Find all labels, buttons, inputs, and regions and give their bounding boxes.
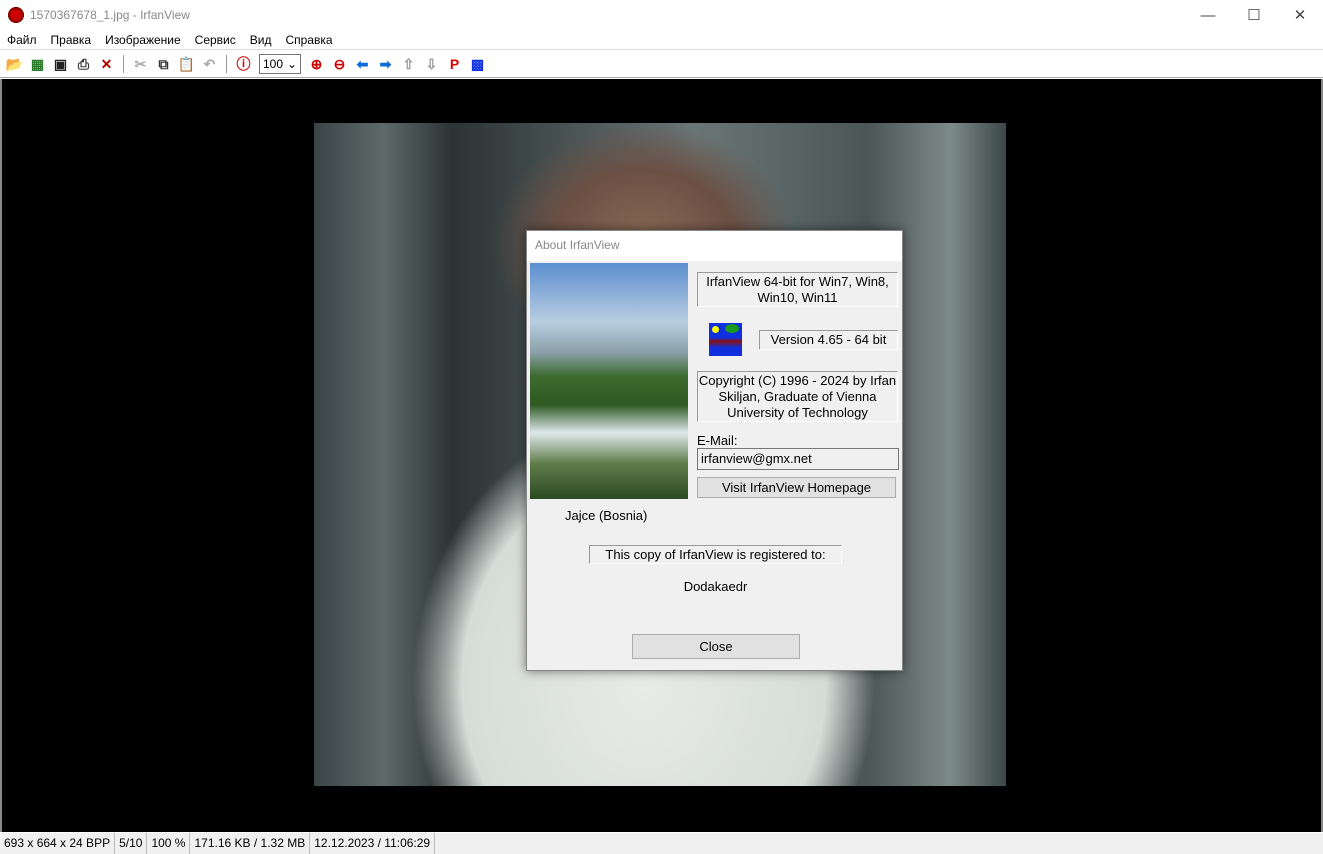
menu-options[interactable]: Сервис — [195, 33, 236, 47]
copy-icon[interactable]: ⧉ — [152, 54, 175, 74]
zoom-value: 100 — [263, 57, 284, 71]
status-dimensions: 693 x 664 x 24 BPP — [0, 833, 116, 854]
close-button[interactable]: Close — [632, 634, 800, 659]
zoom-out-icon[interactable]: ⊖ — [328, 54, 351, 74]
close-window-button[interactable]: ✕ — [1277, 0, 1323, 30]
paste-icon[interactable]: 📋 — [175, 54, 198, 74]
email-field[interactable]: irfanview@gmx.net — [697, 448, 899, 470]
status-bar: 693 x 664 x 24 BPP 5/10 100 % 171.16 KB … — [0, 833, 1323, 854]
title-bar: 1570367678_1.jpg - IrfanView — ☐ ✕ — [0, 0, 1323, 30]
irfanview-app-icon — [8, 7, 24, 23]
open-folder-icon[interactable]: 📂 — [3, 54, 26, 74]
product-info: IrfanView 64-bit for Win7, Win8, Win10, … — [697, 272, 898, 307]
menu-edit[interactable]: Правка — [51, 33, 92, 47]
maximize-button[interactable]: ☐ — [1231, 0, 1277, 30]
slideshow-icon[interactable]: ▦ — [26, 54, 49, 74]
paint-icon[interactable]: P — [443, 54, 466, 74]
zoom-level-select[interactable]: 100 ⌄ — [259, 54, 301, 74]
next-icon[interactable]: ➡ — [374, 54, 397, 74]
status-date: 12.12.2023 / 11:06:29 — [310, 833, 436, 854]
dialog-title: About IrfanView — [527, 231, 902, 261]
copyright-info: Copyright (C) 1996 - 2024 by Irfan Skilj… — [697, 371, 898, 422]
email-label: E-Mail: — [697, 433, 738, 448]
toolbar: 📂 ▦ ▣ ⎙ ✕ ✂ ⧉ 📋 ↶ ⓘ 100 ⌄ ⊕ ⊖ ⬅ ➡ ⇧ ⇩ P ▩ — [0, 51, 1323, 78]
print-icon[interactable]: ⎙ — [72, 54, 95, 74]
menu-file[interactable]: Файл — [7, 33, 37, 47]
undo-icon[interactable]: ↶ — [198, 54, 221, 74]
menu-view[interactable]: Вид — [250, 33, 272, 47]
image-caption: Jajce (Bosnia) — [565, 508, 648, 523]
previous-icon[interactable]: ⬅ — [351, 54, 374, 74]
status-file-size: 171.16 KB / 1.32 MB — [190, 833, 311, 854]
status-zoom: 100 % — [147, 833, 191, 854]
jajce-waterfall-image — [530, 263, 688, 499]
last-icon[interactable]: ⇩ — [420, 54, 443, 74]
menu-help[interactable]: Справка — [285, 33, 332, 47]
about-dialog: About IrfanView Jajce (Bosnia) IrfanView… — [526, 230, 903, 671]
minimize-button[interactable]: — — [1185, 0, 1231, 30]
menu-bar: Файл Правка Изображение Сервис Вид Справ… — [0, 30, 1323, 50]
registered-owner: Dodakaedr — [683, 579, 748, 594]
toolbar-separator — [226, 55, 227, 73]
chevron-down-icon: ⌄ — [286, 57, 297, 71]
toolbar-separator — [123, 55, 124, 73]
registered-label: This copy of IrfanView is registered to: — [589, 545, 842, 564]
window-title: 1570367678_1.jpg - IrfanView — [30, 8, 190, 22]
cut-icon[interactable]: ✂ — [129, 54, 152, 74]
menu-image[interactable]: Изображение — [105, 33, 181, 47]
delete-icon[interactable]: ✕ — [95, 54, 118, 74]
save-icon[interactable]: ▣ — [49, 54, 72, 74]
version-info: Version 4.65 - 64 bit — [759, 330, 898, 350]
first-icon[interactable]: ⇧ — [397, 54, 420, 74]
zoom-in-icon[interactable]: ⊕ — [305, 54, 328, 74]
visit-homepage-button[interactable]: Visit IrfanView Homepage — [697, 477, 896, 498]
irfanview-logo-icon — [709, 323, 742, 356]
info-icon[interactable]: ⓘ — [232, 54, 255, 74]
status-file-index: 5/10 — [115, 833, 148, 854]
about-icon[interactable]: ▩ — [466, 54, 489, 74]
